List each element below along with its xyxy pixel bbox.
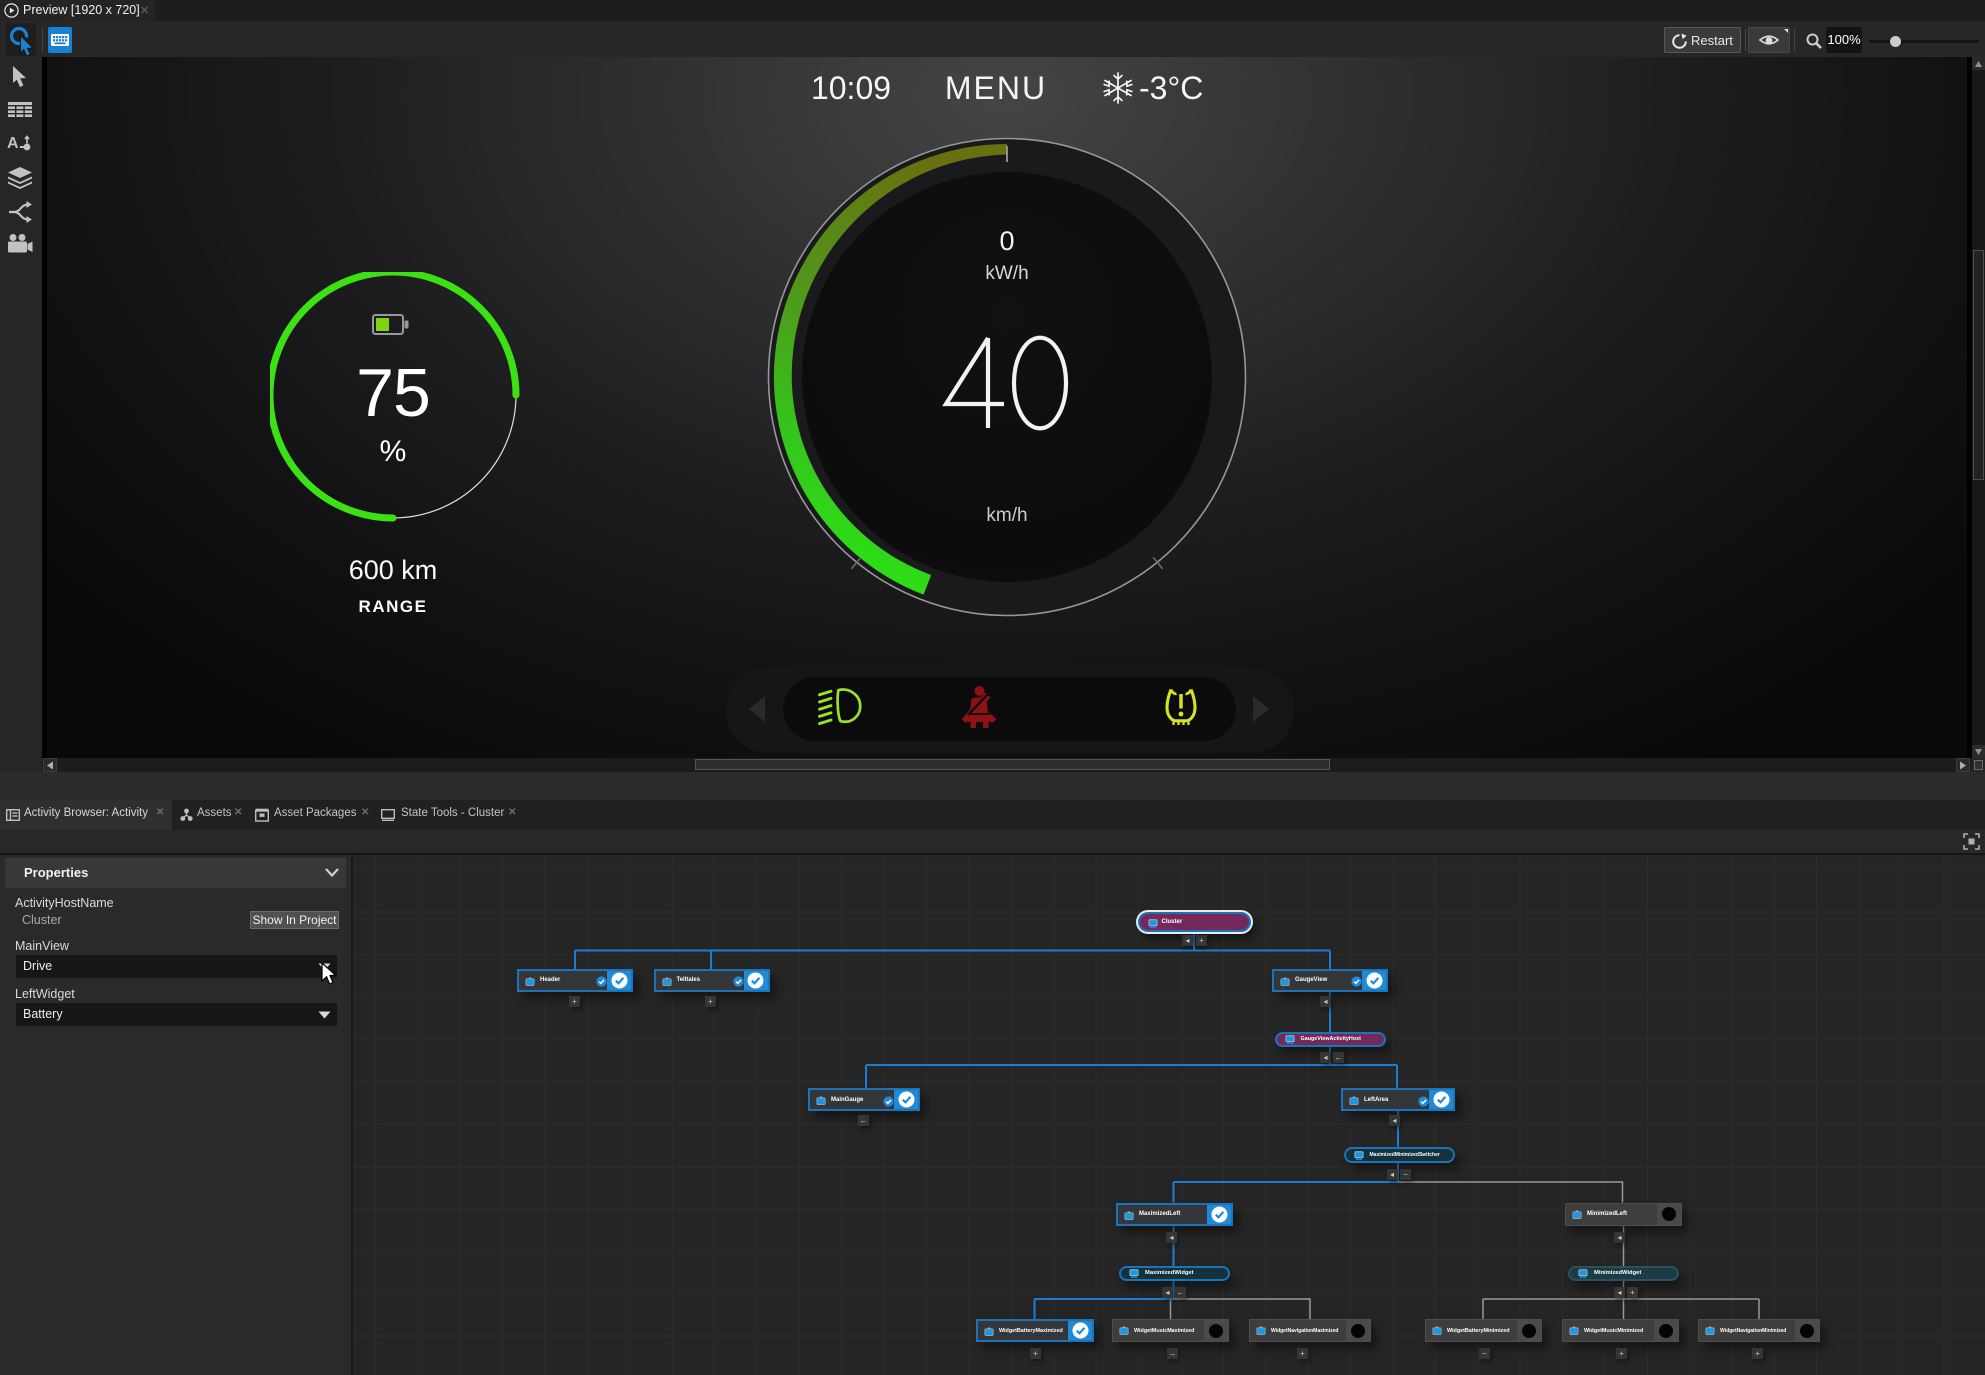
svg-text:600 km: 600 km	[349, 555, 438, 585]
svg-text:0: 0	[999, 226, 1014, 256]
svg-text:%: %	[380, 435, 407, 468]
svg-text:km/h: km/h	[986, 505, 1027, 526]
svg-text:75: 75	[356, 355, 430, 431]
svg-text:kW/h: kW/h	[985, 263, 1028, 284]
svg-text:RANGE: RANGE	[359, 597, 428, 616]
svg-text:A: A	[7, 135, 19, 152]
